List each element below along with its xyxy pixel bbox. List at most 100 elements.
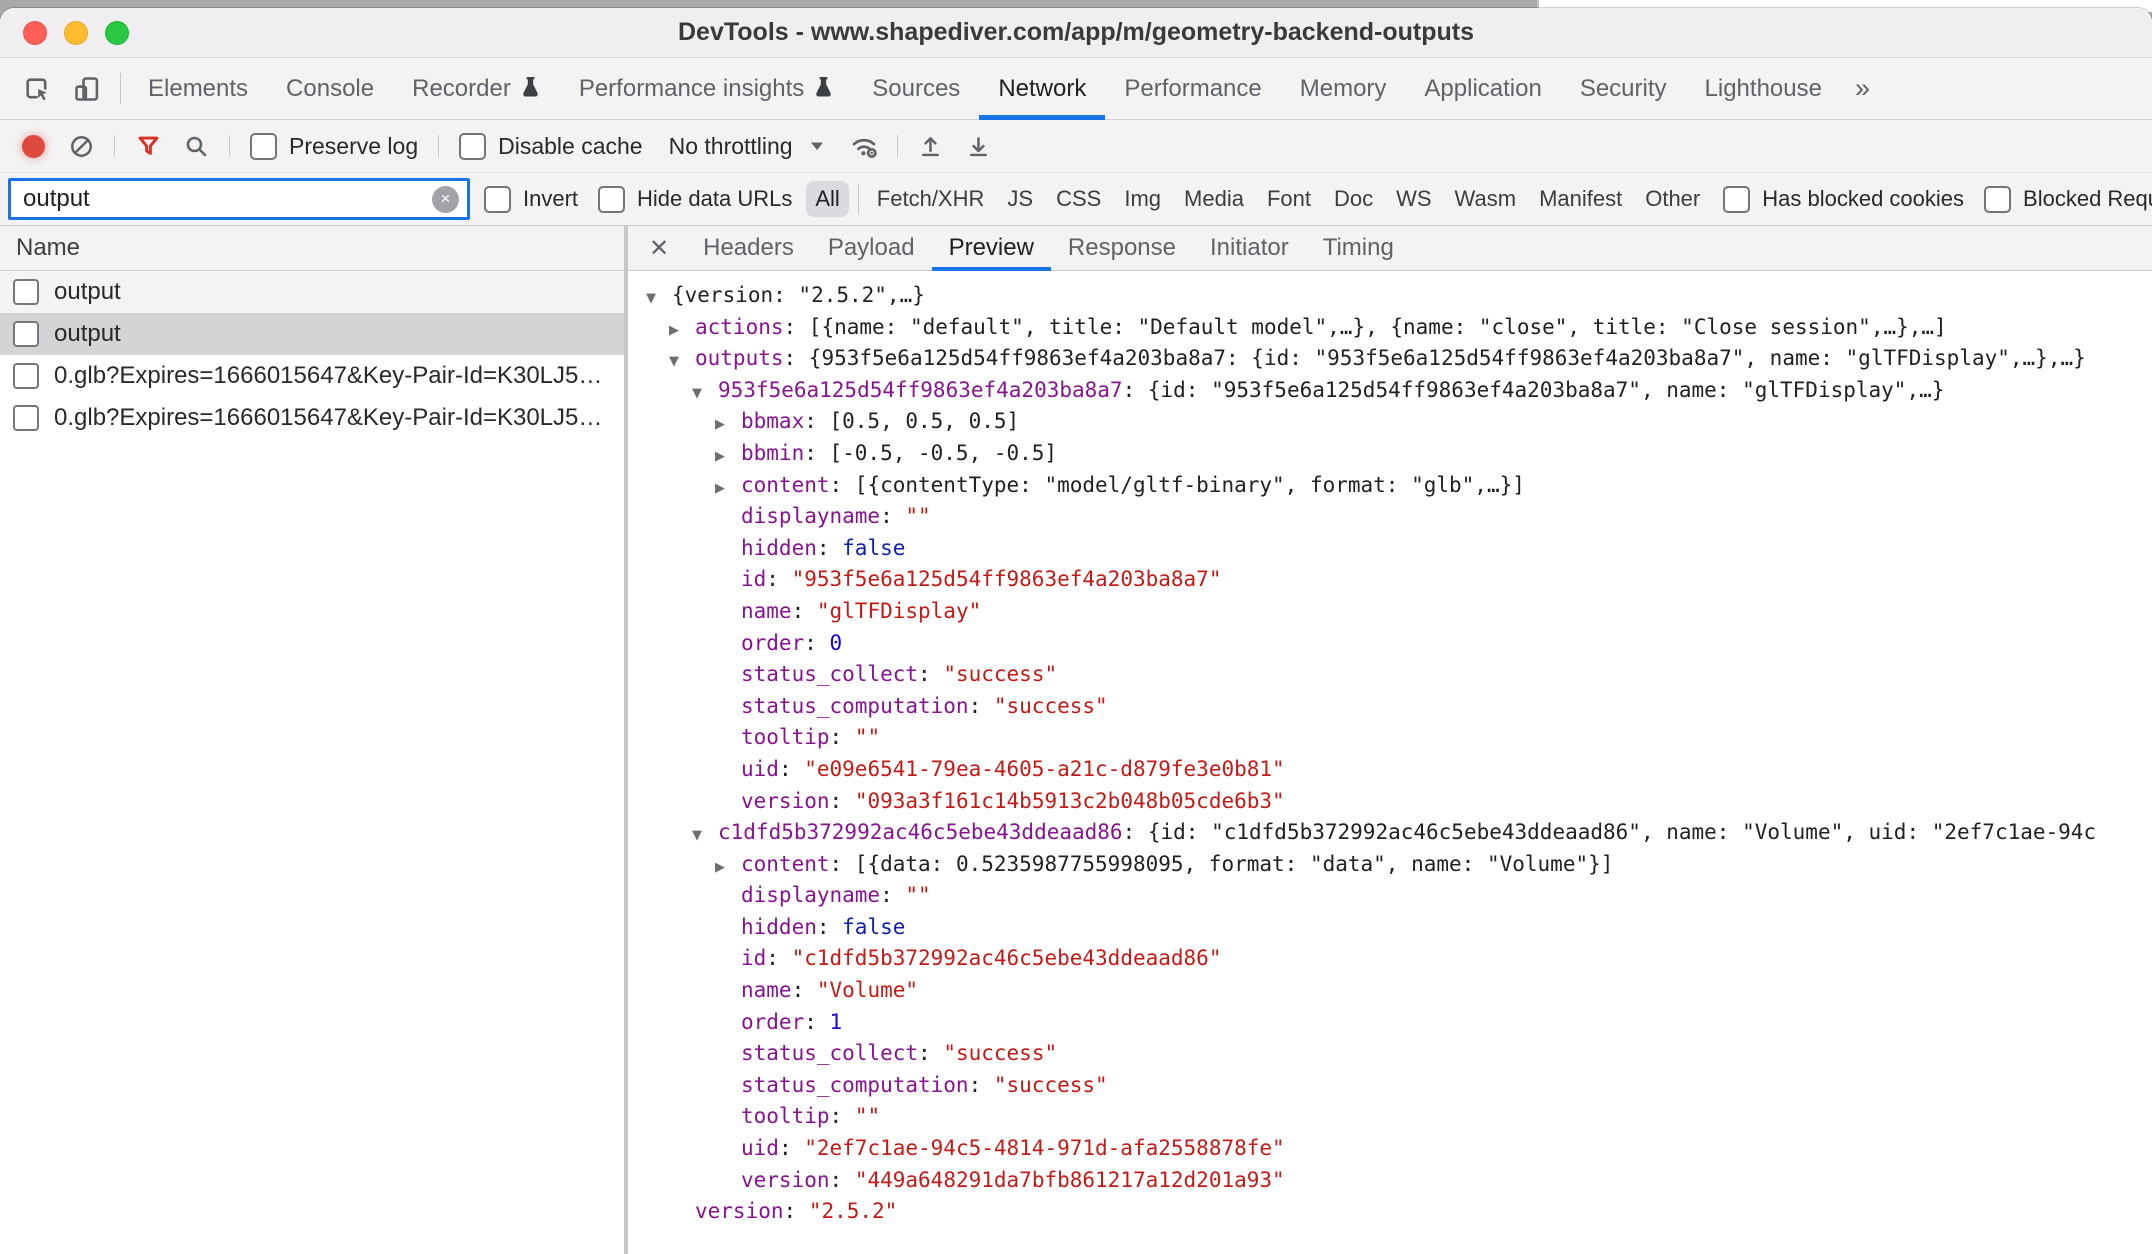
filter-type-wasm[interactable]: Wasm [1446, 181, 1526, 217]
tab-console[interactable]: Console [267, 58, 393, 119]
request-row[interactable]: output [0, 271, 624, 313]
preview-tree-row[interactable]: displayname: "" [628, 501, 2152, 533]
disclosure-triangle-icon[interactable]: ▶ [715, 473, 741, 502]
filter-input[interactable]: output × [8, 178, 470, 220]
request-row[interactable]: output [0, 313, 624, 355]
disclosure-triangle-icon[interactable]: ▶ [715, 852, 741, 881]
tab-elements[interactable]: Elements [129, 58, 267, 119]
request-row[interactable]: 0.glb?Expires=1666015647&Key-Pair-Id=K30… [0, 397, 624, 439]
tab-performance-insights[interactable]: Performance insights [560, 58, 853, 119]
request-checkbox[interactable] [13, 363, 39, 389]
preview-tree-row[interactable]: status_computation: "success" [628, 1070, 2152, 1102]
close-detail-button[interactable]: ✕ [632, 226, 686, 270]
request-checkbox[interactable] [13, 405, 39, 431]
preview-tree-row[interactable]: tooltip: "" [628, 1101, 2152, 1133]
filter-type-doc[interactable]: Doc [1325, 181, 1382, 217]
close-window-button[interactable] [23, 21, 47, 45]
preview-tree-row[interactable]: tooltip: "" [628, 722, 2152, 754]
disclosure-triangle-icon[interactable]: ▼ [646, 283, 672, 312]
name-column-header[interactable]: Name [0, 226, 624, 271]
preview-tree-row[interactable]: ▶bbmin: [-0.5, -0.5, -0.5] [628, 438, 2152, 470]
filter-type-other[interactable]: Other [1636, 181, 1709, 217]
preview-tree-row[interactable]: ▼outputs: {953f5e6a125d54ff9863ef4a203ba… [628, 343, 2152, 375]
has-blocked-cookies-checkbox[interactable] [1723, 186, 1750, 213]
tab-sources[interactable]: Sources [853, 58, 979, 119]
disable-cache-toggle[interactable]: Disable cache [449, 133, 652, 160]
tab-network[interactable]: Network [979, 58, 1105, 119]
filter-type-ws[interactable]: WS [1387, 181, 1440, 217]
disclosure-triangle-icon[interactable]: ▼ [692, 378, 718, 407]
filter-type-css[interactable]: CSS [1047, 181, 1110, 217]
request-checkbox[interactable] [13, 279, 39, 305]
tab-recorder[interactable]: Recorder [393, 58, 560, 119]
has-blocked-cookies-toggle[interactable]: Has blocked cookies [1717, 186, 1970, 213]
filter-type-all[interactable]: All [806, 181, 848, 217]
preserve-log-toggle[interactable]: Preserve log [240, 133, 428, 160]
export-har-button[interactable] [956, 123, 1002, 169]
disclosure-triangle-icon[interactable]: ▼ [669, 346, 695, 375]
record-network-log-button[interactable] [10, 123, 56, 169]
request-checkbox[interactable] [13, 321, 39, 347]
tab-memory[interactable]: Memory [1281, 58, 1406, 119]
detail-tab-preview[interactable]: Preview [932, 226, 1051, 270]
preview-tree-row[interactable]: status_collect: "success" [628, 1038, 2152, 1070]
preview-tree-row[interactable]: hidden: false [628, 912, 2152, 944]
disclosure-triangle-icon[interactable]: ▶ [715, 409, 741, 438]
preview-tree-row[interactable]: order: 1 [628, 1007, 2152, 1039]
disable-cache-checkbox[interactable] [459, 133, 486, 160]
detail-tab-timing[interactable]: Timing [1306, 226, 1411, 270]
zoom-window-button[interactable] [105, 21, 129, 45]
detail-tab-response[interactable]: Response [1051, 226, 1193, 270]
preview-tree-row[interactable]: hidden: false [628, 533, 2152, 565]
preview-tree-row[interactable]: ▶content: [{contentType: "model/gltf-bin… [628, 470, 2152, 502]
hide-data-urls-checkbox[interactable] [598, 186, 625, 213]
preview-tree-row[interactable]: id: "953f5e6a125d54ff9863ef4a203ba8a7" [628, 564, 2152, 596]
preview-tree-row[interactable]: status_computation: "success" [628, 691, 2152, 723]
tab-application[interactable]: Application [1405, 58, 1560, 119]
more-tabs-button[interactable]: » [1841, 58, 1884, 119]
tab-performance[interactable]: Performance [1105, 58, 1280, 119]
preview-tree-row[interactable]: status_collect: "success" [628, 659, 2152, 691]
preview-tree-row[interactable]: uid: "e09e6541-79ea-4605-a21c-d879fe3e0b… [628, 754, 2152, 786]
filter-type-fetch-xhr[interactable]: Fetch/XHR [868, 181, 994, 217]
blocked-requests-checkbox[interactable] [1984, 186, 2011, 213]
preview-tree-row[interactable]: name: "Volume" [628, 975, 2152, 1007]
detail-tab-headers[interactable]: Headers [686, 226, 811, 270]
blocked-requests-toggle[interactable]: Blocked Requests [1978, 186, 2152, 213]
import-har-button[interactable] [908, 123, 954, 169]
preview-tree-row[interactable]: name: "glTFDisplay" [628, 596, 2152, 628]
disclosure-triangle-icon[interactable]: ▶ [715, 441, 741, 470]
disclosure-triangle-icon[interactable]: ▶ [669, 315, 695, 344]
hide-data-urls-toggle[interactable]: Hide data URLs [592, 186, 798, 213]
clear-network-log-button[interactable] [58, 123, 104, 169]
preview-tree-row[interactable]: ▶bbmax: [0.5, 0.5, 0.5] [628, 406, 2152, 438]
preview-tree-row[interactable]: id: "c1dfd5b372992ac46c5ebe43ddeaad86" [628, 943, 2152, 975]
preview-tree-row[interactable]: ▶content: [{data: 0.5235987755998095, fo… [628, 849, 2152, 881]
search-network-button[interactable] [173, 123, 219, 169]
preview-tree-row[interactable]: displayname: "" [628, 880, 2152, 912]
filter-type-font[interactable]: Font [1258, 181, 1320, 217]
preview-tree-row[interactable]: version: "2.5.2" [628, 1196, 2152, 1228]
preserve-log-checkbox[interactable] [250, 133, 277, 160]
filter-type-media[interactable]: Media [1175, 181, 1253, 217]
request-row[interactable]: 0.glb?Expires=1666015647&Key-Pair-Id=K30… [0, 355, 624, 397]
disclosure-triangle-icon[interactable]: ▼ [692, 820, 718, 849]
preview-tree-row[interactable]: ▼{version: "2.5.2",…} [628, 280, 2152, 312]
preview-tree-row[interactable]: uid: "2ef7c1ae-94c5-4814-971d-afa2558878… [628, 1133, 2152, 1165]
preview-tree-row[interactable]: ▶actions: [{name: "default", title: "Def… [628, 312, 2152, 344]
throttling-select[interactable]: No throttling [655, 133, 839, 160]
detail-tab-payload[interactable]: Payload [811, 226, 932, 270]
filter-type-manifest[interactable]: Manifest [1530, 181, 1631, 217]
filter-type-img[interactable]: Img [1115, 181, 1170, 217]
device-toolbar-button[interactable] [62, 58, 112, 119]
network-conditions-button[interactable] [841, 123, 887, 169]
filter-toggle-button[interactable] [125, 123, 171, 169]
clear-filter-icon[interactable]: × [432, 186, 459, 213]
preview-tree-row[interactable]: ▼c1dfd5b372992ac46c5ebe43ddeaad86: {id: … [628, 817, 2152, 849]
detail-tab-initiator[interactable]: Initiator [1193, 226, 1306, 270]
filter-type-js[interactable]: JS [998, 181, 1042, 217]
inspect-element-button[interactable] [12, 58, 62, 119]
invert-checkbox[interactable] [484, 186, 511, 213]
preview-tree-row[interactable]: order: 0 [628, 628, 2152, 660]
preview-tree-row[interactable]: version: "093a3f161c14b5913c2b048b05cde6… [628, 786, 2152, 818]
